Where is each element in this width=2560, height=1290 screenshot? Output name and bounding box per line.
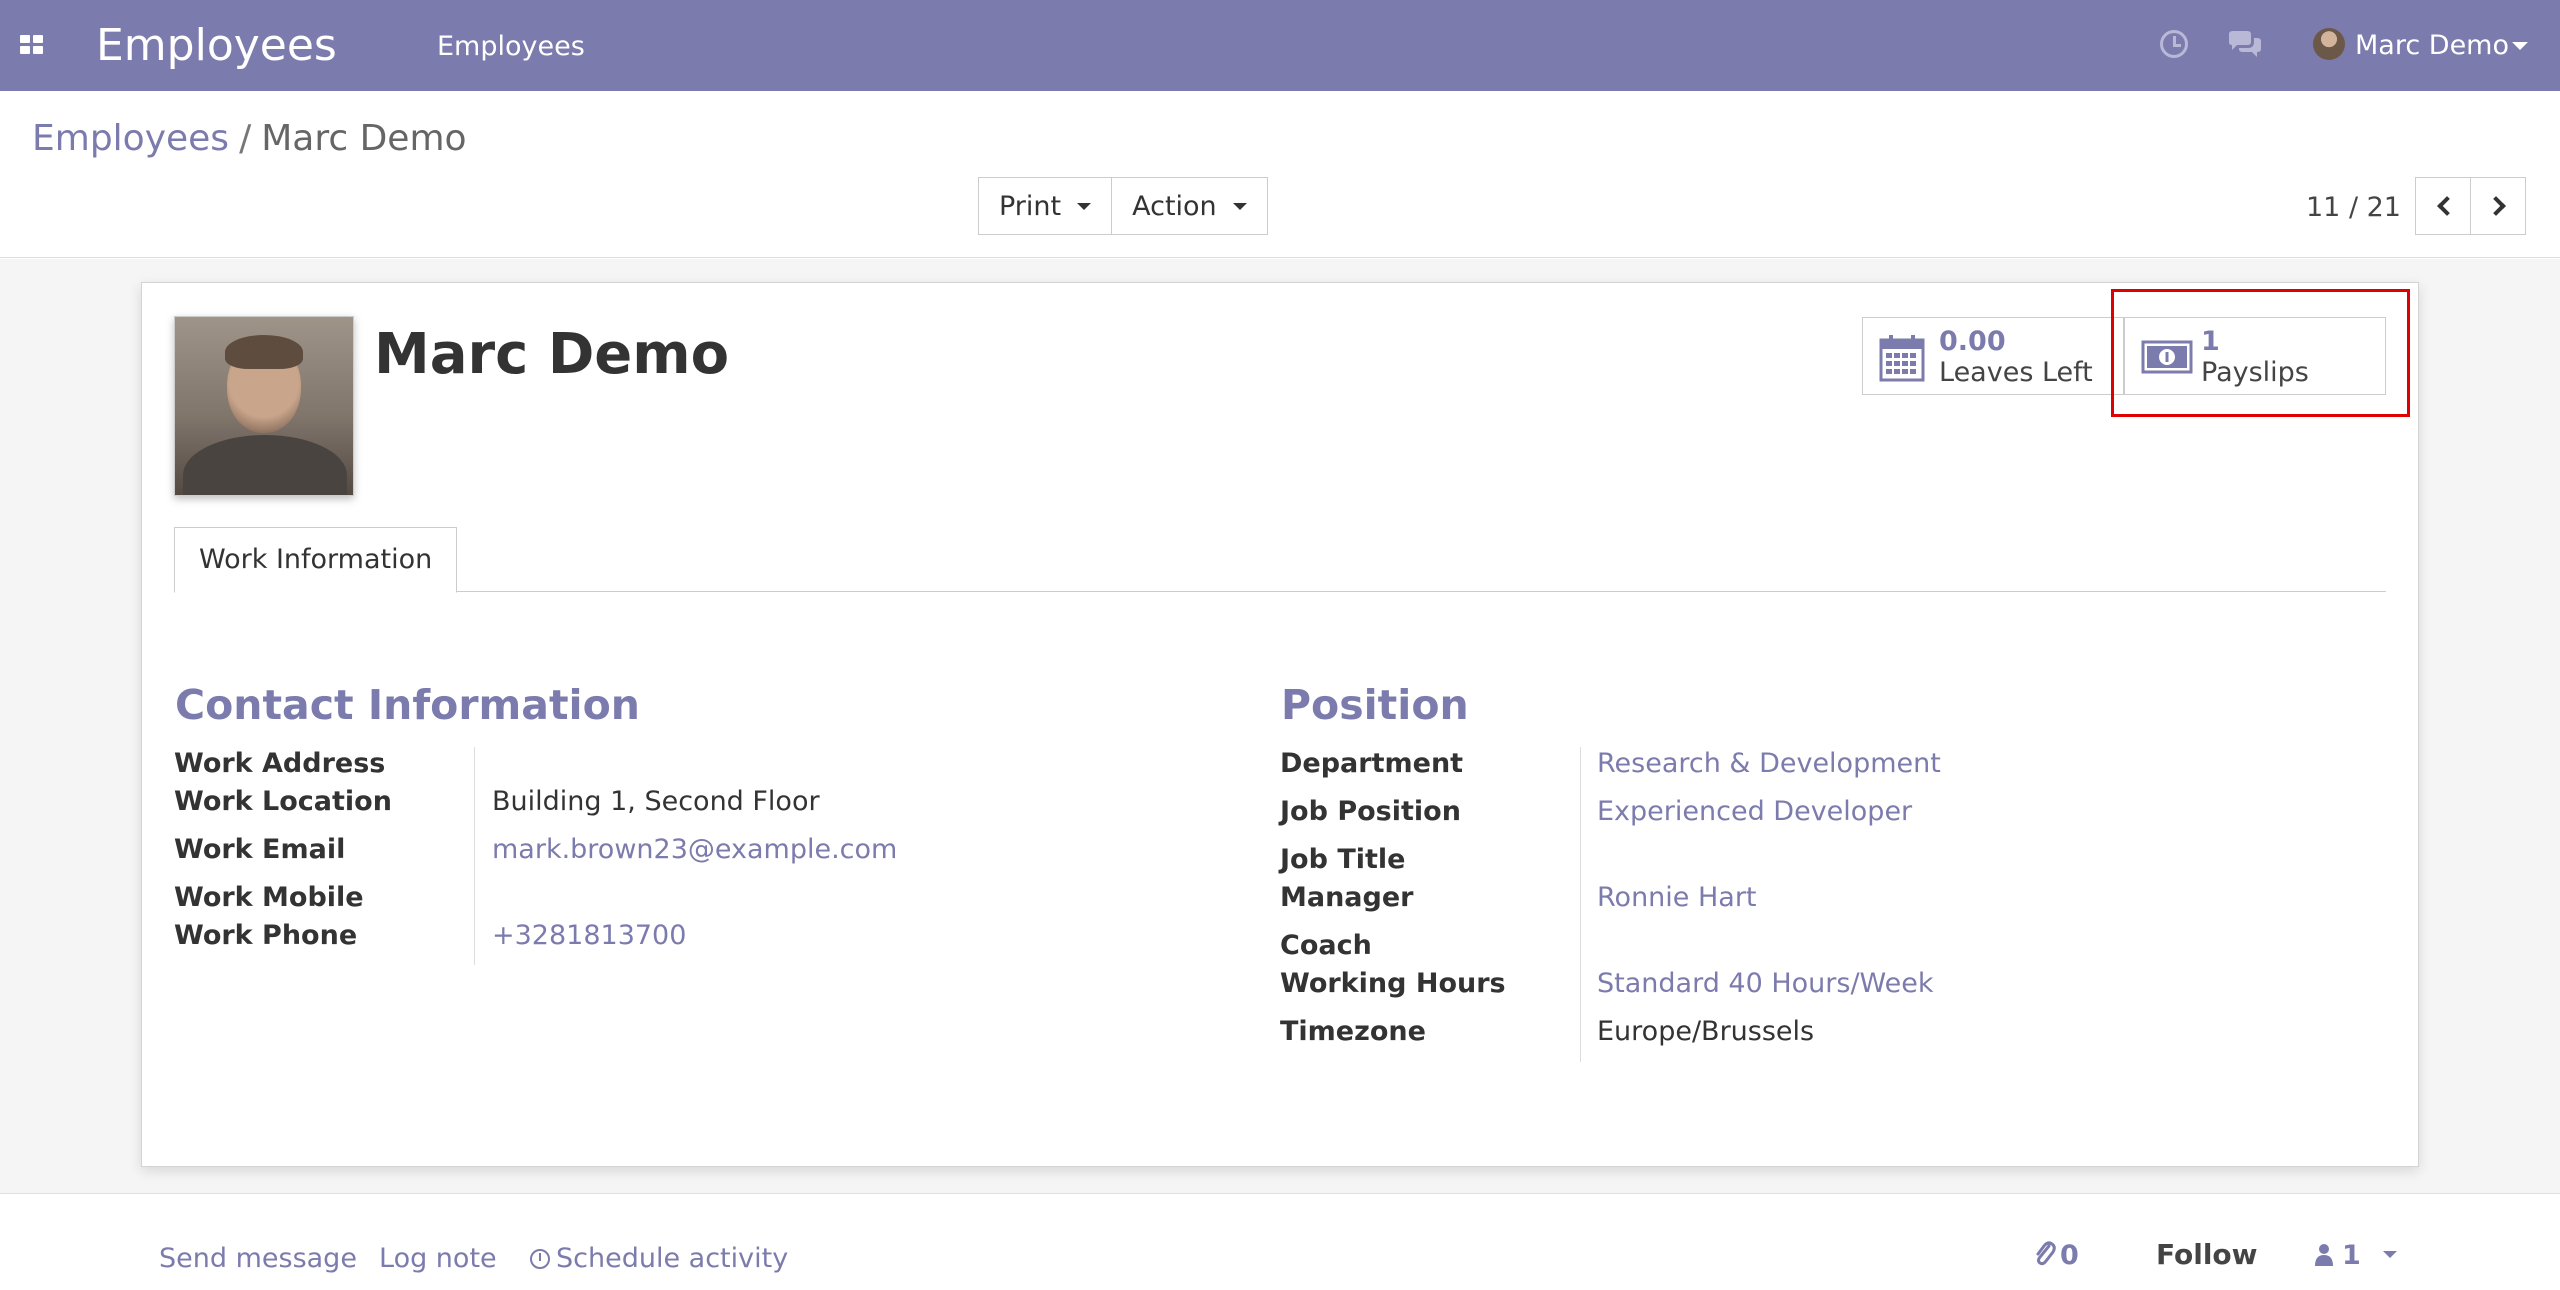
working-hours-label: Working Hours	[1280, 968, 1506, 999]
work-phone-label: Work Phone	[174, 920, 358, 951]
send-message-button[interactable]: Send message	[159, 1242, 357, 1276]
caret-down-icon	[1232, 202, 1247, 210]
leaves-left-button[interactable]: 0.00 Leaves Left	[1862, 317, 2124, 395]
attachments-button[interactable]: 0	[2034, 1239, 2079, 1273]
working-hours-link[interactable]: Standard 40 Hours/Week	[1597, 967, 1934, 1001]
clock-icon	[530, 1249, 550, 1269]
timezone-label: Timezone	[1280, 1016, 1426, 1047]
paperclip-icon	[2036, 1241, 2056, 1266]
work-phone-link[interactable]: +3281813700	[492, 919, 686, 953]
payslips-value: 1	[2201, 326, 2220, 357]
pager-value[interactable]: 11 / 21	[2306, 191, 2401, 225]
user-menu-name[interactable]: Marc Demo	[2355, 29, 2509, 63]
schedule-activity-label: Schedule activity	[556, 1243, 789, 1274]
control-panel: Employees / Marc Demo Print Action 11 / 21	[0, 91, 2560, 258]
followers-button[interactable]: 1	[2314, 1239, 2361, 1273]
print-action-group: Print Action	[978, 177, 1268, 235]
chevron-left-icon	[2437, 196, 2457, 216]
log-note-button[interactable]: Log note	[379, 1242, 497, 1276]
print-button-label: Print	[999, 190, 1062, 222]
employee-photo[interactable]	[174, 316, 354, 496]
work-location-value: Building 1, Second Floor	[492, 786, 820, 817]
work-address-label: Work Address	[174, 748, 386, 779]
timezone-value: Europe/Brussels	[1597, 1016, 1815, 1047]
coach-label: Coach	[1280, 930, 1372, 961]
position-separator	[1580, 747, 1581, 1062]
leaves-left-label: Leaves Left	[1939, 357, 2093, 388]
employee-name[interactable]: Marc Demo	[374, 320, 729, 390]
pager-previous-button[interactable]	[2415, 177, 2471, 235]
action-button-label: Action	[1132, 190, 1217, 222]
breadcrumb-current: Marc Demo	[261, 118, 467, 159]
attachments-count: 0	[2060, 1240, 2079, 1271]
job-position-link[interactable]: Experienced Developer	[1597, 795, 1912, 829]
notebook-tabs: Work Information	[174, 527, 2386, 593]
chat-bubbles-icon[interactable]	[2227, 30, 2263, 60]
manager-label: Manager	[1280, 882, 1414, 913]
work-email-link[interactable]: mark.brown23@example.com	[492, 833, 897, 867]
breadcrumb-separator: /	[239, 118, 252, 159]
apps-grid-icon[interactable]	[20, 35, 44, 55]
followers-count: 1	[2342, 1240, 2361, 1271]
pager-next-button[interactable]	[2470, 177, 2526, 235]
work-location-label: Work Location	[174, 786, 392, 817]
clock-icon[interactable]	[2160, 30, 2188, 58]
job-title-label: Job Title	[1280, 844, 1406, 875]
top-navbar: Employees Employees Marc Demo	[0, 0, 2560, 91]
tab-work-information[interactable]: Work Information	[174, 527, 458, 593]
breadcrumb: Employees / Marc Demo	[32, 116, 467, 162]
print-button[interactable]: Print	[978, 177, 1113, 235]
department-link[interactable]: Research & Development	[1597, 747, 1941, 781]
manager-link[interactable]: Ronnie Hart	[1597, 881, 1757, 915]
work-mobile-label: Work Mobile	[174, 882, 364, 913]
department-label: Department	[1280, 748, 1464, 779]
leaves-left-value: 0.00	[1939, 326, 2006, 357]
breadcrumb-employees[interactable]: Employees	[32, 118, 229, 159]
action-button[interactable]: Action	[1112, 177, 1268, 235]
follow-button[interactable]: Follow	[2156, 1238, 2258, 1272]
followers-caret-icon[interactable]	[2383, 1251, 2397, 1258]
schedule-activity-button[interactable]: Schedule activity	[530, 1242, 788, 1276]
contact-information-title: Contact Information	[175, 681, 640, 729]
user-icon	[2315, 1244, 2333, 1266]
calendar-icon	[1879, 334, 1925, 386]
payslips-label: Payslips	[2201, 357, 2309, 388]
money-icon	[2141, 340, 2193, 378]
work-email-label: Work Email	[174, 834, 346, 865]
user-avatar[interactable]	[2313, 28, 2345, 60]
user-menu-caret-icon[interactable]	[2512, 42, 2528, 50]
menu-item-employees[interactable]: Employees	[437, 30, 585, 64]
payslips-button[interactable]: 1 Payslips	[2124, 317, 2386, 395]
app-brand[interactable]: Employees	[96, 18, 337, 74]
contact-separator	[474, 747, 475, 965]
chevron-right-icon	[2486, 196, 2506, 216]
job-position-label: Job Position	[1280, 796, 1461, 827]
position-title: Position	[1281, 681, 1469, 729]
caret-down-icon	[1077, 202, 1092, 210]
